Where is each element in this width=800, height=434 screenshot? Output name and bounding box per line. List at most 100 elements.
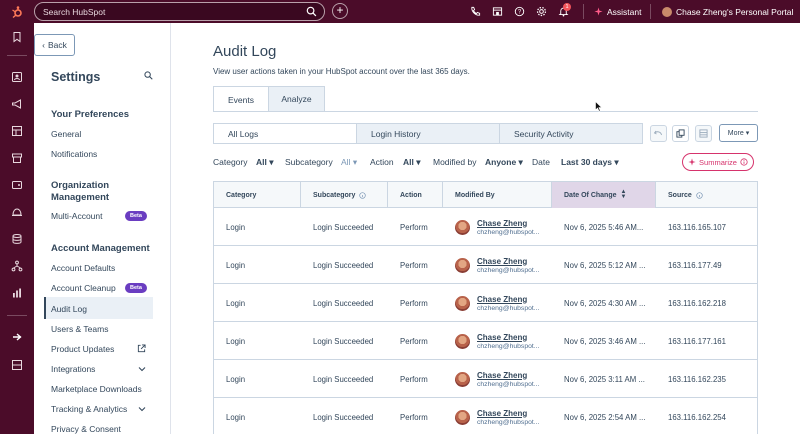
- sales-icon[interactable]: [11, 179, 23, 191]
- filter-date-label: Date: [532, 157, 550, 167]
- sidebar-item-privacy-consent[interactable]: Privacy & Consent: [51, 424, 121, 434]
- sidebar-item-marketplace-downloads[interactable]: Marketplace Downloads: [51, 384, 142, 394]
- sort-icon: ▲ ▼: [620, 189, 627, 200]
- content-grid-icon[interactable]: [11, 125, 23, 137]
- undo-button[interactable]: [650, 125, 667, 142]
- cell-category: Login: [226, 222, 246, 232]
- create-new-button[interactable]: +: [332, 3, 348, 19]
- beta-badge: Beta: [125, 283, 147, 293]
- user-name-link[interactable]: Chase Zheng: [477, 371, 539, 380]
- rail-divider: [7, 315, 27, 316]
- settings-search-icon[interactable]: [144, 71, 153, 80]
- chevron-down-icon[interactable]: [138, 405, 146, 413]
- user-name-link[interactable]: Chase Zheng: [477, 295, 539, 304]
- phone-icon[interactable]: [470, 6, 481, 17]
- account-menu[interactable]: Chase Zheng's Personal Portal: [662, 0, 793, 23]
- sidebar-item-account-cleanup[interactable]: Account Cleanup: [51, 283, 116, 293]
- cell-modified-by: Chase Zheng chzheng@hubspot...: [443, 246, 539, 284]
- cell-date: Nov 6, 2025 3:11 AM ...: [564, 374, 645, 384]
- column-header-source[interactable]: Source: [656, 182, 759, 208]
- tab-analyze[interactable]: Analyze: [268, 86, 325, 111]
- sidebar-item-notifications[interactable]: Notifications: [51, 149, 97, 159]
- filter-modified-by-dropdown[interactable]: Anyone ▾: [485, 157, 523, 168]
- segment-login-history[interactable]: Login History: [356, 123, 500, 144]
- table-row[interactable]: Login Login Succeeded Perform Chase Zhen…: [214, 398, 757, 434]
- user-email: chzheng@hubspot...: [477, 228, 540, 236]
- tab-events[interactable]: Events: [213, 86, 269, 112]
- left-nav-rail: [0, 23, 34, 434]
- global-search-bar[interactable]: [34, 2, 325, 21]
- user-name-link[interactable]: Chase Zheng: [477, 333, 539, 342]
- sidebar-item-users-teams[interactable]: Users & Teams: [51, 324, 108, 334]
- external-link-icon: [137, 344, 146, 353]
- table-row[interactable]: Login Login Succeeded Perform Chase Zhen…: [214, 208, 757, 246]
- marketing-megaphone-icon[interactable]: [11, 98, 23, 110]
- filter-subcategory-dropdown[interactable]: All ▾: [341, 157, 357, 168]
- user-name-link[interactable]: Chase Zheng: [477, 219, 539, 228]
- apps-icon[interactable]: [11, 359, 23, 371]
- column-header-action[interactable]: Action: [388, 182, 443, 208]
- contacts-icon[interactable]: [11, 71, 23, 83]
- column-header-date-of-change[interactable]: Date Of Change ▲ ▼: [552, 182, 656, 208]
- commerce-store-icon[interactable]: [11, 152, 23, 164]
- summarize-button[interactable]: Summarize: [682, 153, 754, 171]
- help-icon[interactable]: ?: [514, 6, 525, 17]
- table-row[interactable]: Login Login Succeeded Perform Chase Zhen…: [214, 360, 757, 398]
- hubspot-logo-icon[interactable]: [0, 0, 34, 23]
- data-database-icon[interactable]: [11, 233, 23, 245]
- search-icon[interactable]: [306, 6, 317, 17]
- segment-security-activity[interactable]: Security Activity: [499, 123, 643, 144]
- user-name-link[interactable]: Chase Zheng: [477, 257, 539, 266]
- sidebar-item-account-defaults[interactable]: Account Defaults: [51, 263, 115, 273]
- cell-modified-by: Chase Zheng chzheng@hubspot...: [443, 360, 539, 398]
- sidebar-item-general[interactable]: General: [51, 129, 81, 139]
- automation-icon[interactable]: [11, 260, 23, 272]
- cell-modified-by: Chase Zheng chzheng@hubspot...: [443, 322, 539, 360]
- bookmarks-icon[interactable]: [11, 31, 23, 43]
- sidebar-item-tracking-analytics[interactable]: Tracking & Analytics: [51, 404, 127, 414]
- back-label: Back: [47, 40, 67, 50]
- cell-category: Login: [226, 260, 246, 270]
- portal-name: Chase Zheng's Personal Portal: [676, 6, 794, 17]
- global-search-input[interactable]: [43, 6, 293, 17]
- column-header-subcategory[interactable]: Subcategory: [301, 182, 388, 208]
- column-header-category[interactable]: Category: [214, 182, 301, 208]
- more-dropdown-button[interactable]: More ▾: [719, 124, 758, 142]
- reporting-chart-icon[interactable]: [11, 287, 23, 299]
- user-email: chzheng@hubspot...: [477, 266, 540, 274]
- page-description: View user actions taken in your HubSpot …: [213, 67, 470, 76]
- assistant-label: Assistant: [607, 6, 642, 17]
- segment-all-logs[interactable]: All Logs: [213, 123, 357, 144]
- service-icon[interactable]: [11, 206, 23, 218]
- table-row[interactable]: Login Login Succeeded Perform Chase Zhen…: [214, 322, 757, 360]
- export-button[interactable]: [695, 125, 712, 142]
- marketplace-icon[interactable]: [492, 6, 503, 17]
- cell-modified-by: Chase Zheng chzheng@hubspot...: [443, 284, 539, 322]
- chevron-down-icon[interactable]: [138, 365, 146, 373]
- sidebar-item-multi-account[interactable]: Multi-Account: [51, 211, 103, 221]
- back-button[interactable]: ‹ Back: [34, 34, 75, 56]
- user-name-link[interactable]: Chase Zheng: [477, 409, 539, 418]
- table-row[interactable]: Login Login Succeeded Perform Chase Zhen…: [214, 246, 757, 284]
- copy-button[interactable]: [672, 125, 689, 142]
- sparkle-icon: [688, 158, 696, 166]
- beta-badge: Beta: [125, 211, 147, 221]
- section-account-management: Account Management: [51, 243, 150, 254]
- filter-action-dropdown[interactable]: All ▾: [403, 157, 421, 168]
- sidebar-item-integrations[interactable]: Integrations: [51, 364, 95, 374]
- settings-gear-icon[interactable]: [536, 6, 547, 17]
- assistant-button[interactable]: Assistant: [594, 0, 642, 23]
- sidebar-item-product-updates[interactable]: Product Updates: [51, 344, 114, 354]
- column-header-modified-by[interactable]: Modified By: [443, 182, 552, 208]
- cell-action: Perform: [400, 336, 428, 346]
- user-email: chzheng@hubspot...: [477, 304, 540, 312]
- expand-collapse-icon[interactable]: [11, 331, 23, 343]
- filter-category-dropdown[interactable]: All ▾: [256, 157, 274, 168]
- user-avatar: [455, 333, 470, 349]
- audit-log-table: Category Subcategory Action Modified By …: [213, 181, 758, 434]
- info-icon: [740, 158, 748, 166]
- filter-date-dropdown[interactable]: Last 30 days ▾: [561, 157, 619, 168]
- info-icon: [359, 191, 367, 199]
- sidebar-item-audit-log[interactable]: Audit Log: [51, 304, 87, 314]
- table-row[interactable]: Login Login Succeeded Perform Chase Zhen…: [214, 284, 757, 322]
